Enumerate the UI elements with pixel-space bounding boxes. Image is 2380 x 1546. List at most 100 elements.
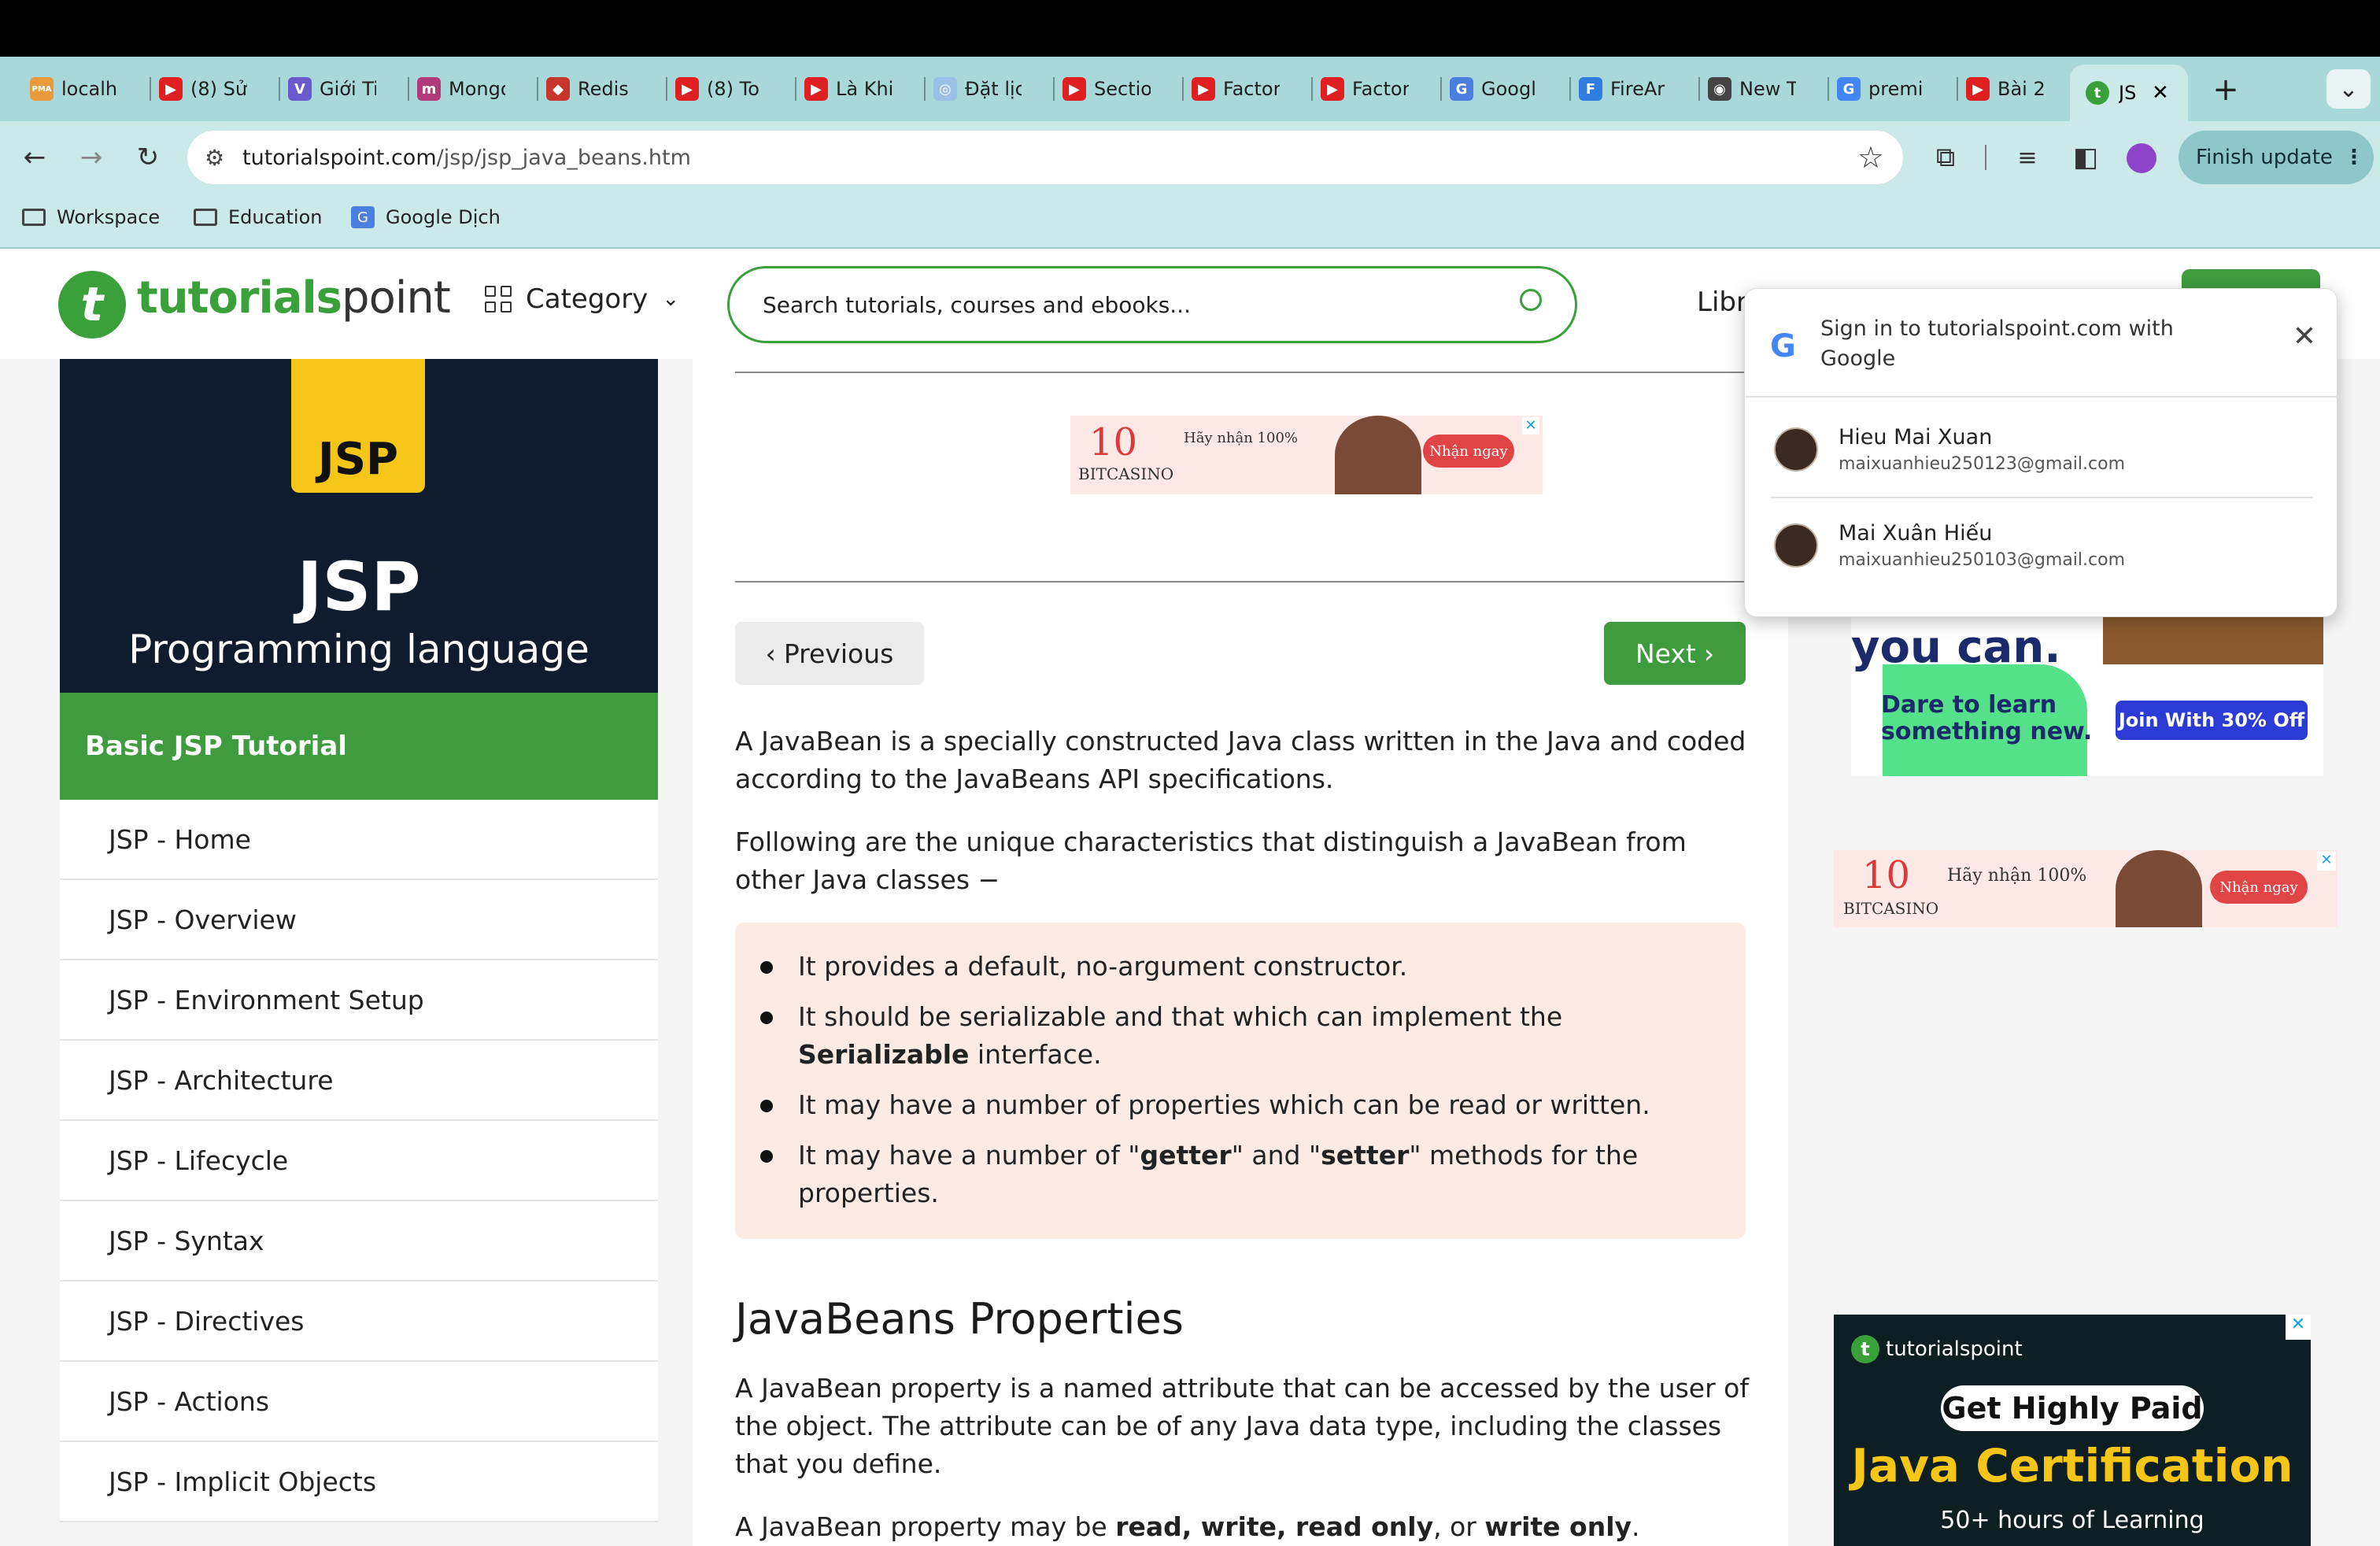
site-search-input[interactable]: Search tutorials, courses and ebooks... (727, 266, 1577, 343)
following-paragraph: Following are the unique characteristics… (735, 827, 1687, 895)
back-arrow-icon[interactable]: ← (11, 134, 58, 181)
tab-strip: PMAlocalh ▶(8) Sử VGiới Ti mMongo ◆Redis… (0, 57, 2380, 121)
side-panel-icon[interactable]: ◧ (2062, 134, 2109, 181)
finish-update-button[interactable]: Finish update ⋮ (2179, 131, 2374, 184)
browser-tab[interactable]: V Giới Ti (280, 65, 409, 113)
firebase-icon: F (1579, 77, 1602, 101)
sidebar-heading: Basic JSP Tutorial (60, 693, 658, 800)
browser-tab[interactable]: ▶ (8) To (667, 65, 796, 113)
browser-tab[interactable]: ◆ Redis (538, 65, 667, 113)
youtube-icon: ▶ (1321, 77, 1344, 101)
divider (1770, 497, 2313, 498)
browser-tab[interactable]: ◎ Đặt lịc (926, 65, 1055, 113)
site-logo[interactable]: tutorialspoint (137, 272, 451, 324)
sidebar-item[interactable]: JSP - Lifecycle (60, 1121, 658, 1201)
list-item: It may have a number of "getter" and "se… (760, 1137, 1727, 1212)
phpmyadmin-icon: PMA (30, 77, 54, 101)
ad-close-icon[interactable]: ✕ (1522, 417, 1539, 435)
promo-ad[interactable]: you can. Dare to learn something new. Jo… (1851, 617, 2323, 776)
google-translate-icon: G (1450, 77, 1473, 101)
browser-tab[interactable]: F FireAr (1571, 65, 1700, 113)
library-link[interactable]: Libr (1697, 287, 1747, 318)
ad-close-icon[interactable]: ✕ (2286, 1315, 2311, 1340)
browser-tab[interactable]: Gpremi (1829, 65, 1958, 113)
media-controls-icon[interactable]: ≡ (2004, 134, 2051, 181)
casino-ad-right[interactable]: 10 BITCASINO Hãy nhận 100% Nhận ngay ✕ (1834, 850, 2338, 927)
folder-icon (22, 209, 46, 226)
sidebar-item[interactable]: JSP - Overview (60, 880, 658, 960)
close-tab-icon[interactable]: ✕ (2152, 81, 2169, 105)
reload-icon[interactable]: ↻ (124, 134, 172, 181)
browser-tab-active[interactable]: t JS ✕ (2070, 65, 2188, 121)
access-paragraph: A JavaBean property may be read, write, … (735, 1511, 1640, 1542)
chrome-icon: ◉ (1708, 77, 1731, 101)
google-icon: G (1770, 328, 1796, 364)
chevron-down-icon: ⌄ (662, 287, 680, 311)
sidebar-item[interactable]: JSP - Syntax (60, 1201, 658, 1282)
bookmark-education[interactable]: Education (194, 206, 322, 228)
chevron-left-icon: ‹ (765, 638, 776, 669)
site-icon: V (288, 77, 312, 101)
browser-tab[interactable]: mMongo (409, 65, 538, 113)
java-certification-ad[interactable]: t tutorialspoint Get Highly Paid Java Ce… (1834, 1315, 2311, 1546)
youtube-icon: ▶ (804, 77, 828, 101)
divider (735, 581, 1746, 583)
account-item[interactable]: Mai Xuân Hiếu maixuanhieu250103@gmail.com (1774, 521, 2125, 570)
address-bar[interactable]: ⚙ tutorialspoint.com/jsp/jsp_java_beans.… (187, 131, 1903, 184)
ad-model-image (2116, 850, 2202, 927)
google-translate-icon: G (351, 206, 375, 228)
new-tab-button[interactable]: + (2204, 68, 2248, 112)
bookmark-google-translate[interactable]: G Google Dịch (351, 206, 501, 228)
category-menu[interactable]: Category ⌄ (485, 283, 679, 315)
sidebar-item[interactable]: JSP - Home (60, 800, 658, 880)
ad-model-image (1335, 416, 1421, 494)
browser-tab[interactable]: PMA localh (22, 65, 151, 113)
list-item: It provides a default, no-argument const… (760, 948, 1727, 986)
bookmark-star-icon[interactable]: ☆ (1857, 140, 1884, 175)
browser-tab[interactable]: ◉ New T (1700, 65, 1829, 113)
youtube-icon: ▶ (675, 77, 699, 101)
browser-tab[interactable]: G Googl (1442, 65, 1571, 113)
casino-ad-top[interactable]: 10 BITCASINO Hãy nhận 100% Nhận ngay ✕ (1070, 416, 1543, 494)
browser-tab[interactable]: ▶ Factor (1184, 65, 1313, 113)
list-item: It may have a number of properties which… (760, 1086, 1727, 1124)
google-icon: G (1837, 77, 1861, 101)
bookmark-workspace[interactable]: Workspace (22, 206, 160, 228)
divider (735, 372, 1746, 373)
redis-icon: ◆ (546, 77, 570, 101)
site-info-icon[interactable]: ⚙ (205, 145, 224, 171)
previous-button[interactable]: ‹ Previous (735, 622, 924, 685)
browser-tab[interactable]: ▶Bài 2: (1958, 65, 2070, 113)
browser-tab[interactable]: ▶ (8) Sử (151, 65, 280, 113)
sidebar-item[interactable]: JSP - Environment Setup (60, 960, 658, 1041)
youtube-icon: ▶ (1062, 77, 1086, 101)
browser-tab[interactable]: ▶ Là Khi (796, 65, 926, 113)
toolbar-divider (1985, 145, 1986, 170)
avatar (1774, 427, 1818, 472)
profile-avatar[interactable] (2127, 143, 2156, 173)
next-button[interactable]: Next › (1604, 622, 1746, 685)
sidebar-item[interactable]: JSP - Directives (60, 1282, 658, 1362)
more-menu-icon: ⋮ (2343, 146, 2364, 169)
sidebar-item[interactable]: JSP - Architecture (60, 1041, 658, 1121)
browser-tab[interactable]: ▶ Factor (1313, 65, 1442, 113)
jsp-banner: JSP JSP Programming language (60, 359, 658, 693)
browser-tab[interactable]: ▶ Sectio (1055, 65, 1184, 113)
ad-close-icon[interactable]: ✕ (2317, 852, 2336, 871)
tab-search-button[interactable]: ⌄ (2326, 69, 2371, 109)
chevron-right-icon: › (1703, 638, 1715, 669)
sidebar-item[interactable]: JSP - Actions (60, 1362, 658, 1442)
search-icon[interactable] (1520, 289, 1542, 311)
youtube-icon: ▶ (159, 77, 183, 101)
forward-arrow-icon[interactable]: → (68, 134, 115, 181)
tutorialspoint-logo-icon[interactable]: t (58, 271, 126, 338)
sidebar-item[interactable]: JSP - Implicit Objects (60, 1442, 658, 1522)
intro-paragraph: A JavaBean is a specially constructed Ja… (735, 726, 1746, 794)
youtube-icon: ▶ (1192, 77, 1215, 101)
close-icon[interactable]: ✕ (2293, 320, 2316, 353)
signin-title: Sign in to tutorialspoint.com with Googl… (1820, 316, 2174, 371)
section-heading: JavaBeans Properties (735, 1294, 1184, 1344)
extensions-icon[interactable]: ⧉ (1922, 134, 1969, 181)
tutorialspoint-icon: t (2086, 81, 2109, 105)
account-item[interactable]: Hieu Mai Xuan maixuanhieu250123@gmail.com (1774, 425, 2125, 474)
